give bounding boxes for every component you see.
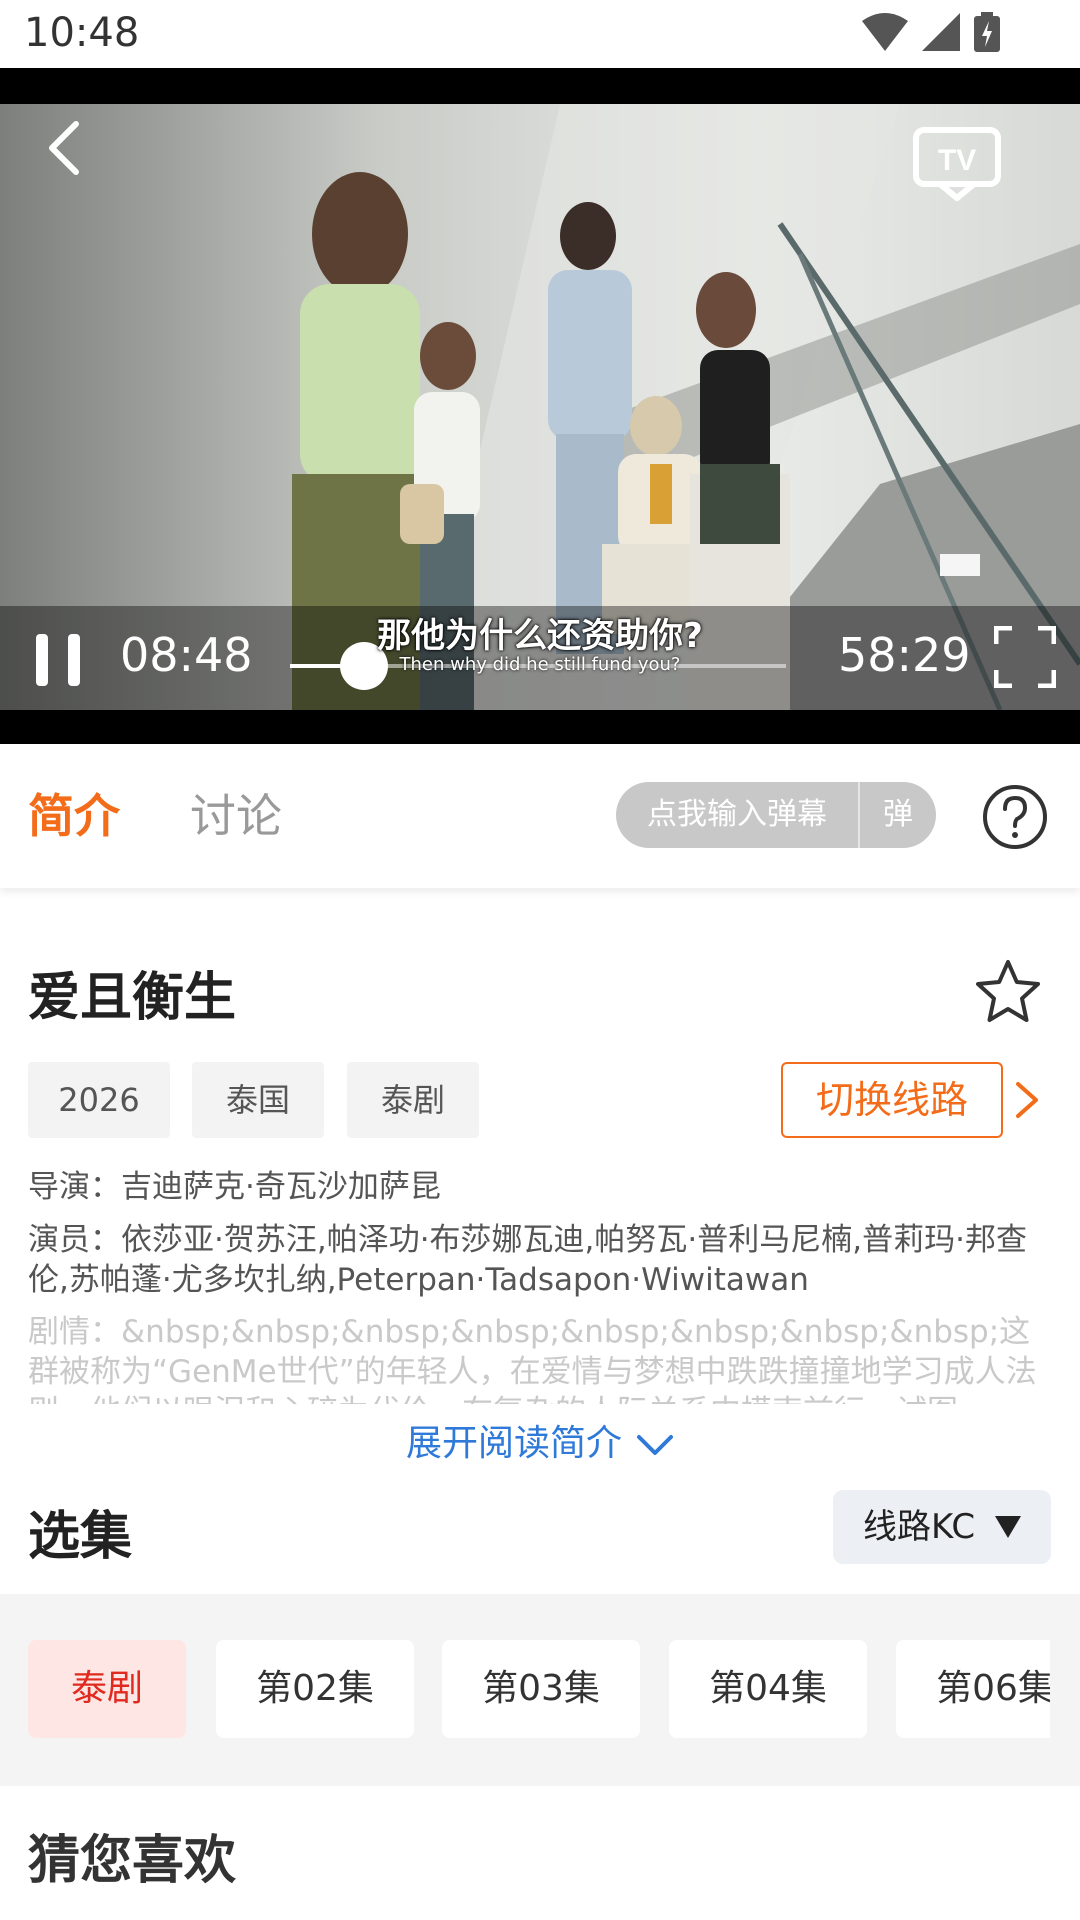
status-bar: 10:48 [0, 0, 1080, 68]
episode-list-area: 泰剧 第02集 第03集 第04集 第06集 [0, 1594, 1080, 1786]
episode-item[interactable]: 第03集 [442, 1640, 640, 1738]
battery-icon [974, 12, 1000, 52]
player-controls: 08:48 那他为什么还资助你? Then why did he still f… [0, 606, 1080, 710]
tab-intro[interactable]: 简介 [28, 780, 120, 846]
expand-intro-button[interactable]: 展开阅读简介 [0, 1414, 1080, 1466]
tag-region: 泰国 [192, 1062, 324, 1138]
back-icon[interactable] [36, 118, 96, 178]
status-icons [862, 12, 1000, 52]
signal-icon [922, 13, 960, 51]
episodes-title: 选集 [28, 1507, 133, 1567]
wifi-icon [862, 13, 908, 51]
recommend-title: 猜您喜欢 [28, 1831, 237, 1891]
plot-text: 剧情：&nbsp;&nbsp;&nbsp;&nbsp;&nbsp;&nbsp;&… [28, 1314, 1037, 1404]
show-title: 爱且衡生 [28, 968, 237, 1028]
danmu-send-button[interactable]: 弹 [860, 782, 936, 848]
dropdown-triangle-icon [995, 1516, 1021, 1538]
expand-label: 展开阅读简介 [405, 1423, 622, 1464]
episode-item[interactable]: 第04集 [669, 1640, 867, 1738]
chevron-down-icon [637, 1435, 673, 1455]
tv-cast-icon[interactable]: TV [902, 118, 1012, 208]
fullscreen-icon[interactable] [994, 626, 1056, 688]
episode-item[interactable]: 第06集 [896, 1640, 1050, 1738]
help-icon[interactable] [982, 784, 1048, 850]
director-info: 导演：吉迪萨克·奇瓦沙加萨昆 [28, 1169, 441, 1205]
episode-list: 泰剧 第02集 第03集 第04集 第06集 [28, 1640, 1050, 1740]
danmu-box: 点我输入弹幕 弹 [616, 782, 936, 848]
danmu-input[interactable]: 点我输入弹幕 [616, 782, 858, 848]
favorite-star-icon[interactable] [972, 956, 1044, 1028]
switch-line-button[interactable]: 切换线路 [781, 1062, 1003, 1138]
status-time: 10:48 [24, 10, 140, 56]
tag-year: 2026 [28, 1062, 170, 1138]
plot-container: 剧情：&nbsp;&nbsp;&nbsp;&nbsp;&nbsp;&nbsp;&… [28, 1312, 1048, 1404]
cast-info: 演员：依莎亚·贺苏汪,帕泽功·布莎娜瓦迪,帕努瓦·普利马尼楠,普莉玛·邦查伦,苏… [28, 1222, 1027, 1298]
total-time: 58:29 [838, 628, 971, 682]
line-select-dropdown[interactable]: 线路KC [833, 1490, 1051, 1564]
tag-genre: 泰剧 [347, 1062, 479, 1138]
svg-text:TV: TV [938, 144, 976, 177]
chevron-right-icon[interactable] [1012, 1080, 1042, 1120]
tabs-bar: 简介 讨论 点我输入弹幕 弹 [0, 744, 1080, 888]
line-select-label: 线路KC [863, 1507, 976, 1547]
tab-discuss[interactable]: 讨论 [190, 780, 282, 846]
episode-item[interactable]: 第02集 [216, 1640, 414, 1738]
episode-item-active[interactable]: 泰剧 [28, 1640, 186, 1738]
video-player[interactable]: TV 08:48 那他为什么还资助你? Then why did he stil… [0, 68, 1080, 744]
